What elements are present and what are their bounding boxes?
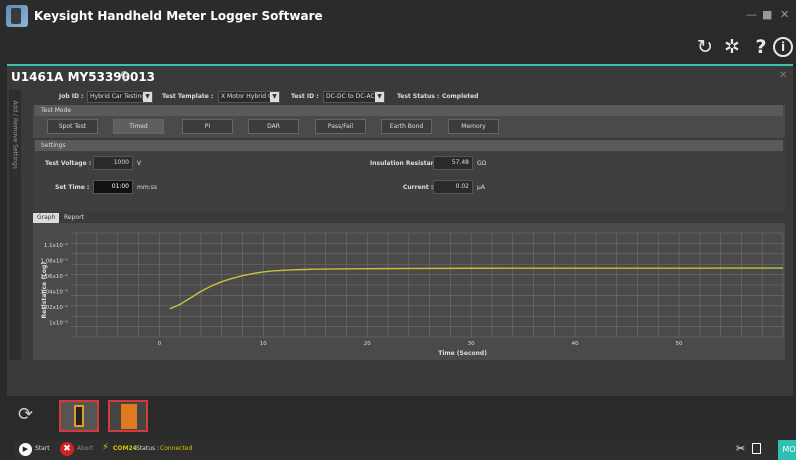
set-time-field[interactable]: 01:00	[93, 180, 133, 194]
abort-button[interactable]: Abort	[77, 445, 93, 452]
y-tick-label: 1.1x10⁻¹	[44, 242, 68, 249]
y-tick-label: 1x10⁻¹	[49, 320, 68, 327]
chevron-down-icon[interactable]: ▼	[375, 92, 384, 102]
mode-spot-test-button[interactable]: Spot Test	[47, 119, 98, 134]
graph-area: 1.1x10⁻¹ 1.08x10⁻¹ 1.06x10⁻¹ 1.04x10⁻¹ 1.02x…	[33, 223, 785, 360]
title-bar: Keysight Handheld Meter Logger Software …	[0, 0, 796, 32]
abort-icon[interactable]: ✖	[60, 442, 74, 456]
connection-status-label: Status :	[136, 445, 160, 452]
instrument-title: U1461A MY53390013	[11, 70, 156, 84]
tools-icon[interactable]: ✂	[736, 442, 745, 455]
device-tray: ⟳	[0, 396, 796, 434]
job-id-select[interactable]: Hybrid Car Testing ▼	[87, 91, 153, 103]
minimize-button[interactable]: —	[746, 8, 757, 21]
x-tick-label: 50	[676, 341, 683, 347]
mode-pass-fail-button[interactable]: Pass/Fail	[315, 119, 366, 134]
mode-pi-button[interactable]: PI	[182, 119, 233, 134]
test-id-label: Test ID :	[291, 93, 319, 100]
job-id-label: Job ID :	[59, 93, 84, 100]
mo-badge[interactable]: MO	[778, 440, 796, 460]
gear-icon[interactable]: ✲	[720, 35, 744, 59]
current-unit: μA	[477, 184, 485, 191]
help-icon[interactable]: ?	[749, 35, 773, 59]
mode-timed-button[interactable]: Timed	[113, 119, 164, 134]
test-mode-section: Test Mode Spot Test Timed PI DAR Pass/Fa…	[33, 105, 785, 138]
info-icon[interactable]: i	[773, 37, 793, 57]
set-time-label: Set Time :	[55, 184, 90, 191]
document-icon[interactable]	[752, 443, 761, 454]
resistance-chart: 1.1x10⁻¹1.08x10⁻¹1.06x10⁻¹1.04x10⁻¹1.02x…	[40, 232, 784, 357]
status-bar: ▶ Start ✖ Abort ⚡ COM24 Status : Connect…	[14, 440, 796, 460]
test-template-select[interactable]: X Motor Hybrid C ▼	[218, 91, 280, 103]
x-tick-label: 0	[158, 341, 162, 347]
close-window-button[interactable]: ✕	[780, 8, 789, 21]
device-thumbnail-1[interactable]	[59, 400, 99, 432]
search-icon[interactable]: ⚲	[120, 69, 129, 83]
start-button[interactable]: Start	[35, 445, 50, 452]
side-label: Add / Remove Settings	[11, 100, 19, 169]
tab-report[interactable]: Report	[60, 213, 88, 223]
x-tick-label: 40	[572, 341, 579, 347]
voltage-unit: V	[137, 160, 142, 167]
refresh-icon[interactable]: ↻	[693, 35, 717, 59]
insulation-resistance-value: 57.48	[433, 156, 473, 170]
refresh-devices-icon[interactable]: ⟳	[18, 404, 33, 425]
top-toolbar: ↻ ✲ ? i	[0, 32, 796, 64]
meter-device-icon	[121, 404, 137, 429]
y-axis-label: Resistance (Log)	[41, 262, 48, 319]
chevron-down-icon[interactable]: ▼	[270, 92, 279, 102]
play-icon[interactable]: ▶	[19, 443, 32, 456]
test-voltage-field[interactable]: 1000	[93, 156, 133, 170]
current-value: 0.02	[433, 180, 473, 194]
app-title: Keysight Handheld Meter Logger Software	[34, 9, 323, 23]
test-status-label: Test Status :	[397, 93, 440, 100]
device-thumbnail-2[interactable]	[108, 400, 148, 432]
tab-graph[interactable]: Graph	[33, 213, 60, 223]
test-id-value: DC-DC to DC-AC	[326, 93, 375, 100]
test-mode-header: Test Mode	[35, 105, 783, 116]
meter-device-icon	[74, 405, 84, 427]
x-tick-label: 30	[468, 341, 475, 347]
test-voltage-label: Test Voltage :	[45, 160, 92, 167]
port-label: COM24	[113, 445, 137, 452]
mode-dar-button[interactable]: DAR	[248, 119, 299, 134]
current-label: Current :	[403, 184, 434, 191]
settings-section: Settings Test Voltage : 1000 V Set Time …	[33, 140, 785, 212]
side-settings-strip[interactable]: Add / Remove Settings	[9, 90, 21, 360]
resistance-unit: GΩ	[477, 160, 487, 167]
test-status-value: Completed	[442, 93, 479, 100]
x-axis-label: Time (Second)	[438, 350, 487, 357]
chevron-down-icon[interactable]: ▼	[143, 92, 152, 102]
test-template-label: Test Template :	[162, 93, 214, 100]
mode-memory-button[interactable]: Memory	[448, 119, 499, 134]
test-id-select[interactable]: DC-DC to DC-AC ▼	[323, 91, 385, 103]
x-tick-label: 20	[364, 341, 371, 347]
settings-header: Settings	[35, 140, 783, 151]
job-id-value: Hybrid Car Testing	[90, 93, 146, 100]
mode-earth-bond-button[interactable]: Earth Bond	[381, 119, 432, 134]
usb-icon: ⚡	[102, 442, 110, 453]
time-unit: mm:ss	[137, 184, 157, 191]
app-icon	[6, 5, 28, 27]
test-template-value: X Motor Hybrid C	[221, 93, 273, 100]
instrument-panel: U1461A MY53390013 ⚲ ✕ Add / Remove Setti…	[7, 64, 796, 460]
maximize-button[interactable]: ■	[762, 8, 772, 21]
x-tick-label: 10	[260, 341, 267, 347]
close-icon[interactable]: ✕	[779, 70, 787, 81]
connection-status-value: Connected	[160, 445, 193, 452]
